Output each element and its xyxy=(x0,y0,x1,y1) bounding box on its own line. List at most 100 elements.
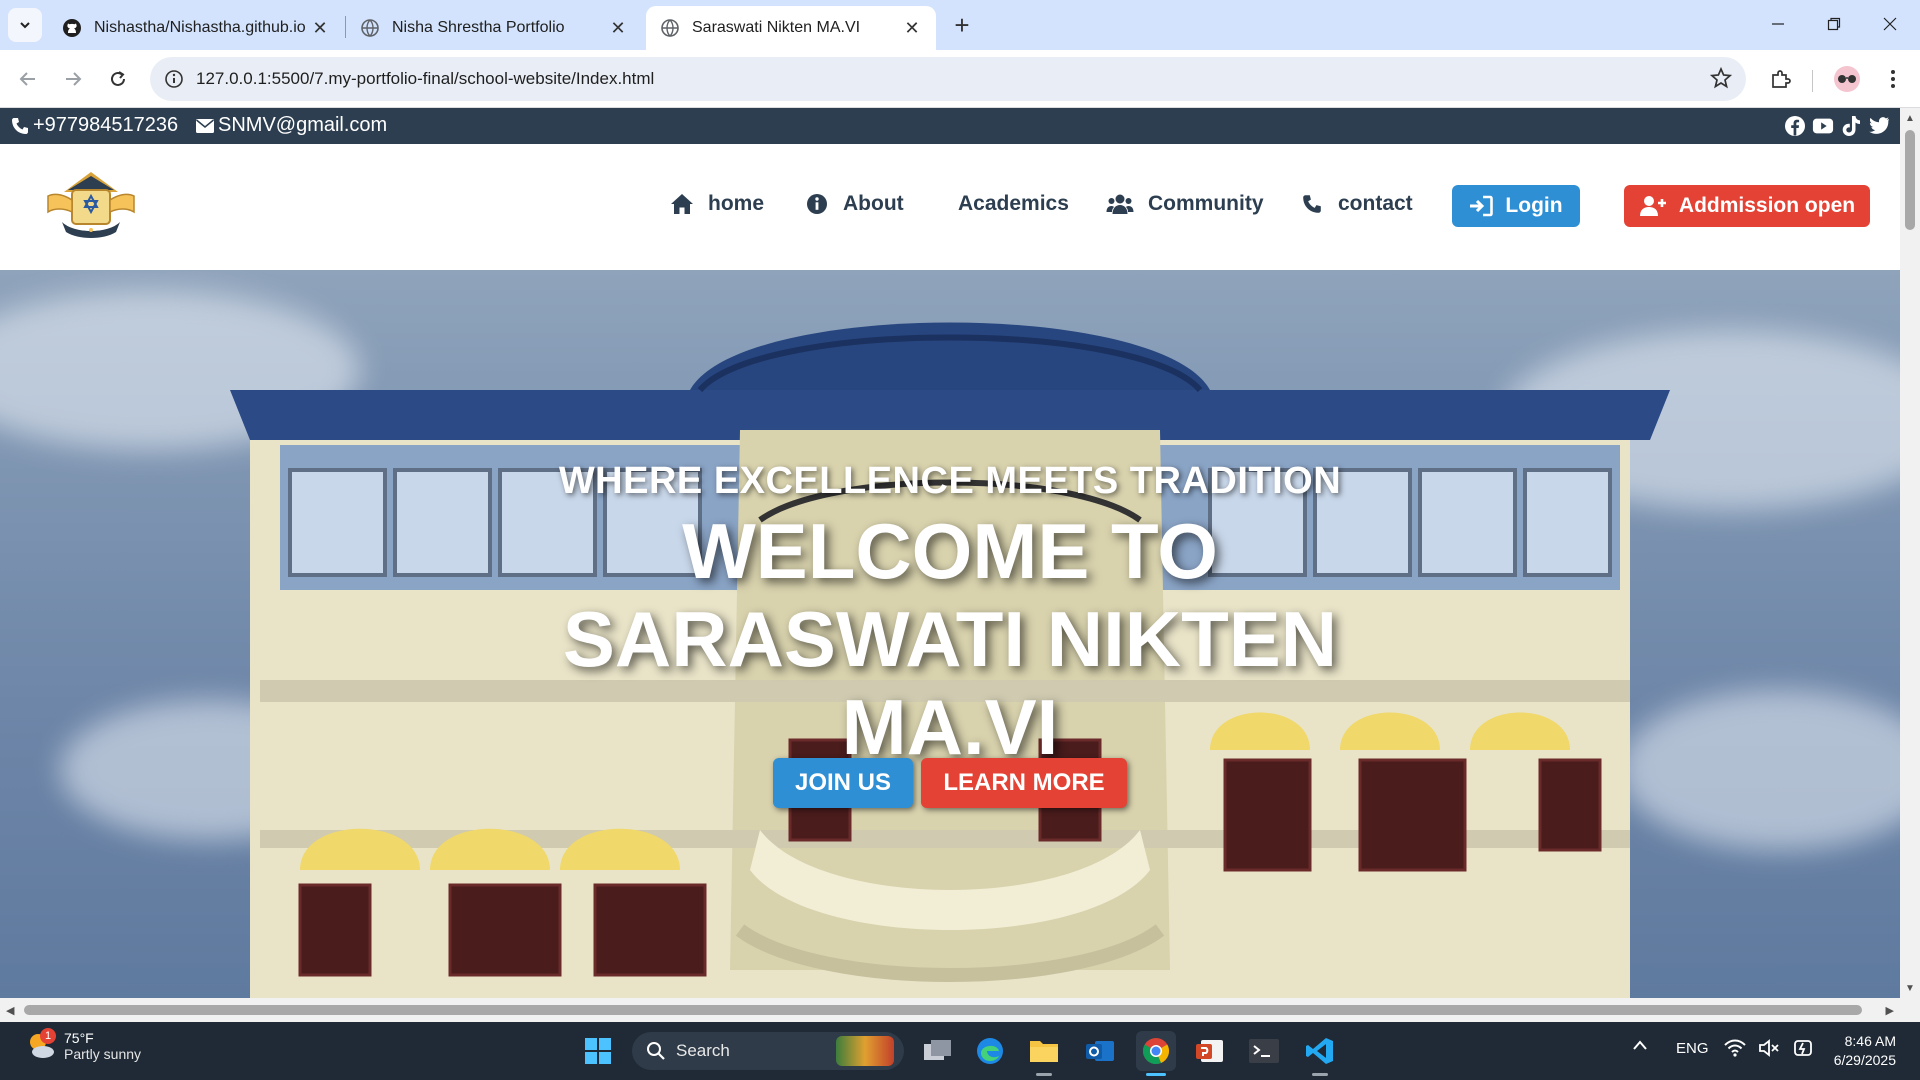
minimize-icon xyxy=(1772,23,1784,25)
vscode-app[interactable] xyxy=(1300,1031,1340,1071)
join-us-button[interactable]: JOIN US xyxy=(773,758,913,808)
outlook-app[interactable] xyxy=(1080,1031,1120,1071)
terminal-app[interactable] xyxy=(1244,1031,1284,1071)
nav-about-label: About xyxy=(843,192,904,215)
email-contact[interactable]: SNMV@gmail.com xyxy=(195,114,387,137)
scroll-right-icon[interactable]: ▶ xyxy=(1886,1004,1894,1017)
tiktok-icon[interactable] xyxy=(1840,115,1862,137)
chrome-app[interactable] xyxy=(1136,1031,1176,1071)
reload-button[interactable] xyxy=(100,61,136,97)
system-clock[interactable]: 8:46 AM 6/29/2025 xyxy=(1834,1032,1896,1070)
close-window-button[interactable] xyxy=(1862,0,1918,48)
tab-saraswati[interactable]: Saraswati Nikten MA.VI ✕ xyxy=(646,6,936,50)
admission-label: Addmission open xyxy=(1678,194,1856,217)
tab-portfolio[interactable]: Nisha Shrestha Portfolio ✕ xyxy=(346,6,642,50)
show-hidden-icons[interactable] xyxy=(1632,1038,1648,1055)
user-plus-icon xyxy=(1639,196,1666,216)
phone-contact[interactable]: +977984517236 xyxy=(10,114,178,137)
vertical-scrollbar[interactable]: ▲ ▼ xyxy=(1900,108,1920,998)
system-tray-icons[interactable] xyxy=(1724,1039,1814,1057)
app-running-indicator xyxy=(1036,1073,1052,1076)
nav-academics[interactable]: Academics xyxy=(958,192,1069,216)
extensions-button[interactable] xyxy=(1764,62,1798,96)
edge-app[interactable] xyxy=(970,1031,1010,1071)
tab-search-button[interactable] xyxy=(8,8,42,42)
terminal-icon xyxy=(1249,1039,1279,1063)
close-icon[interactable]: ✕ xyxy=(608,18,628,38)
outlook-icon xyxy=(1086,1041,1114,1061)
task-view-button[interactable] xyxy=(918,1031,958,1071)
close-icon[interactable]: ✕ xyxy=(310,18,330,38)
task-view-icon xyxy=(924,1040,951,1060)
school-logo[interactable] xyxy=(44,166,138,242)
office-app[interactable] xyxy=(1190,1031,1230,1071)
chrome-icon xyxy=(1142,1038,1170,1065)
search-label: Search xyxy=(676,1041,730,1060)
weather-condition: Partly sunny xyxy=(64,1046,142,1062)
app-running-indicator xyxy=(1312,1073,1328,1076)
hero-banner: WHERE EXCELLENCE MEETS TRADITION WELCOME… xyxy=(0,270,1900,998)
url-text[interactable]: 127.0.0.1:5500/7.my-portfolio-final/scho… xyxy=(196,69,654,89)
clock-date: 6/29/2025 xyxy=(1833,1052,1896,1068)
facebook-icon[interactable] xyxy=(1784,115,1806,137)
nav-community-label: Community xyxy=(1148,192,1264,215)
home-icon xyxy=(670,192,694,216)
minimize-button[interactable] xyxy=(1750,0,1806,48)
taskbar: 1 75°F Partly sunny Search ENG 8:46 AM 6… xyxy=(0,1022,1920,1080)
contact-bar: +977984517236 SNMV@gmail.com xyxy=(0,108,1900,144)
restore-button[interactable] xyxy=(1806,0,1862,48)
twitter-icon[interactable] xyxy=(1868,115,1890,137)
tab-github[interactable]: Nishastha/Nishastha.github.io ✕ xyxy=(48,6,344,50)
youtube-icon[interactable] xyxy=(1812,115,1834,137)
page-viewport: +977984517236 SNMV@gmail.com home About … xyxy=(0,108,1900,998)
learn-more-button[interactable]: LEARN MORE xyxy=(921,758,1127,808)
close-icon[interactable]: ✕ xyxy=(902,18,922,38)
globe-icon xyxy=(660,18,680,38)
browser-menu-button[interactable] xyxy=(1876,62,1910,96)
forward-button[interactable] xyxy=(55,61,91,97)
start-button[interactable] xyxy=(578,1031,618,1071)
scroll-down-icon[interactable]: ▼ xyxy=(1904,982,1916,994)
scrollbar-thumb[interactable] xyxy=(1905,130,1915,230)
reload-icon xyxy=(111,71,125,86)
tab-title: Nisha Shrestha Portfolio xyxy=(392,19,565,36)
puzzle-icon xyxy=(1772,70,1791,88)
back-button[interactable] xyxy=(10,61,46,97)
login-button[interactable]: Login xyxy=(1452,185,1580,227)
input-language[interactable]: ENG xyxy=(1676,1040,1709,1057)
phone-icon xyxy=(12,117,28,134)
site-header: home About Academics Community contact L… xyxy=(0,144,1900,270)
github-icon xyxy=(62,18,82,38)
wifi-icon xyxy=(1724,1039,1746,1057)
envelope-icon xyxy=(196,118,214,133)
restore-icon xyxy=(1827,17,1841,31)
nav-contact-label: contact xyxy=(1338,192,1413,215)
horizontal-scrollbar[interactable]: ◀ ▶ xyxy=(0,998,1900,1022)
office-icon xyxy=(1196,1040,1223,1062)
weather-widget[interactable]: 1 75°F Partly sunny xyxy=(26,1028,142,1062)
site-info-icon[interactable] xyxy=(162,67,186,91)
nav-home[interactable]: home xyxy=(670,192,764,216)
admission-button[interactable]: Addmission open xyxy=(1624,185,1870,227)
file-explorer-app[interactable] xyxy=(1024,1031,1064,1071)
folder-icon xyxy=(1030,1041,1058,1062)
nav-community[interactable]: Community xyxy=(1106,192,1264,216)
address-bar[interactable]: 127.0.0.1:5500/7.my-portfolio-final/scho… xyxy=(150,57,1746,101)
nav-contact[interactable]: contact xyxy=(1300,192,1413,216)
clock-time: 8:46 AM xyxy=(1844,1033,1896,1049)
scrollbar-thumb[interactable] xyxy=(24,1005,1862,1015)
tab-title: Saraswati Nikten MA.VI xyxy=(692,19,861,36)
profile-button[interactable] xyxy=(1830,62,1864,96)
more-vertical-icon xyxy=(1891,70,1895,88)
nav-about[interactable]: About xyxy=(805,192,904,216)
hero-headline: WELCOME TO SARASWATI NIKTEN MA.VI xyxy=(562,507,1338,771)
scroll-left-icon[interactable]: ◀ xyxy=(6,1004,14,1017)
edge-icon xyxy=(977,1038,1003,1064)
new-tab-button[interactable]: + xyxy=(948,10,976,40)
scroll-up-icon[interactable]: ▲ xyxy=(1904,112,1916,124)
bookmark-star-icon[interactable] xyxy=(1709,66,1733,94)
browser-toolbar: 127.0.0.1:5500/7.my-portfolio-final/scho… xyxy=(0,50,1920,108)
users-icon xyxy=(1106,192,1134,216)
taskbar-search[interactable]: Search xyxy=(632,1032,904,1070)
chevron-down-icon xyxy=(20,22,30,29)
